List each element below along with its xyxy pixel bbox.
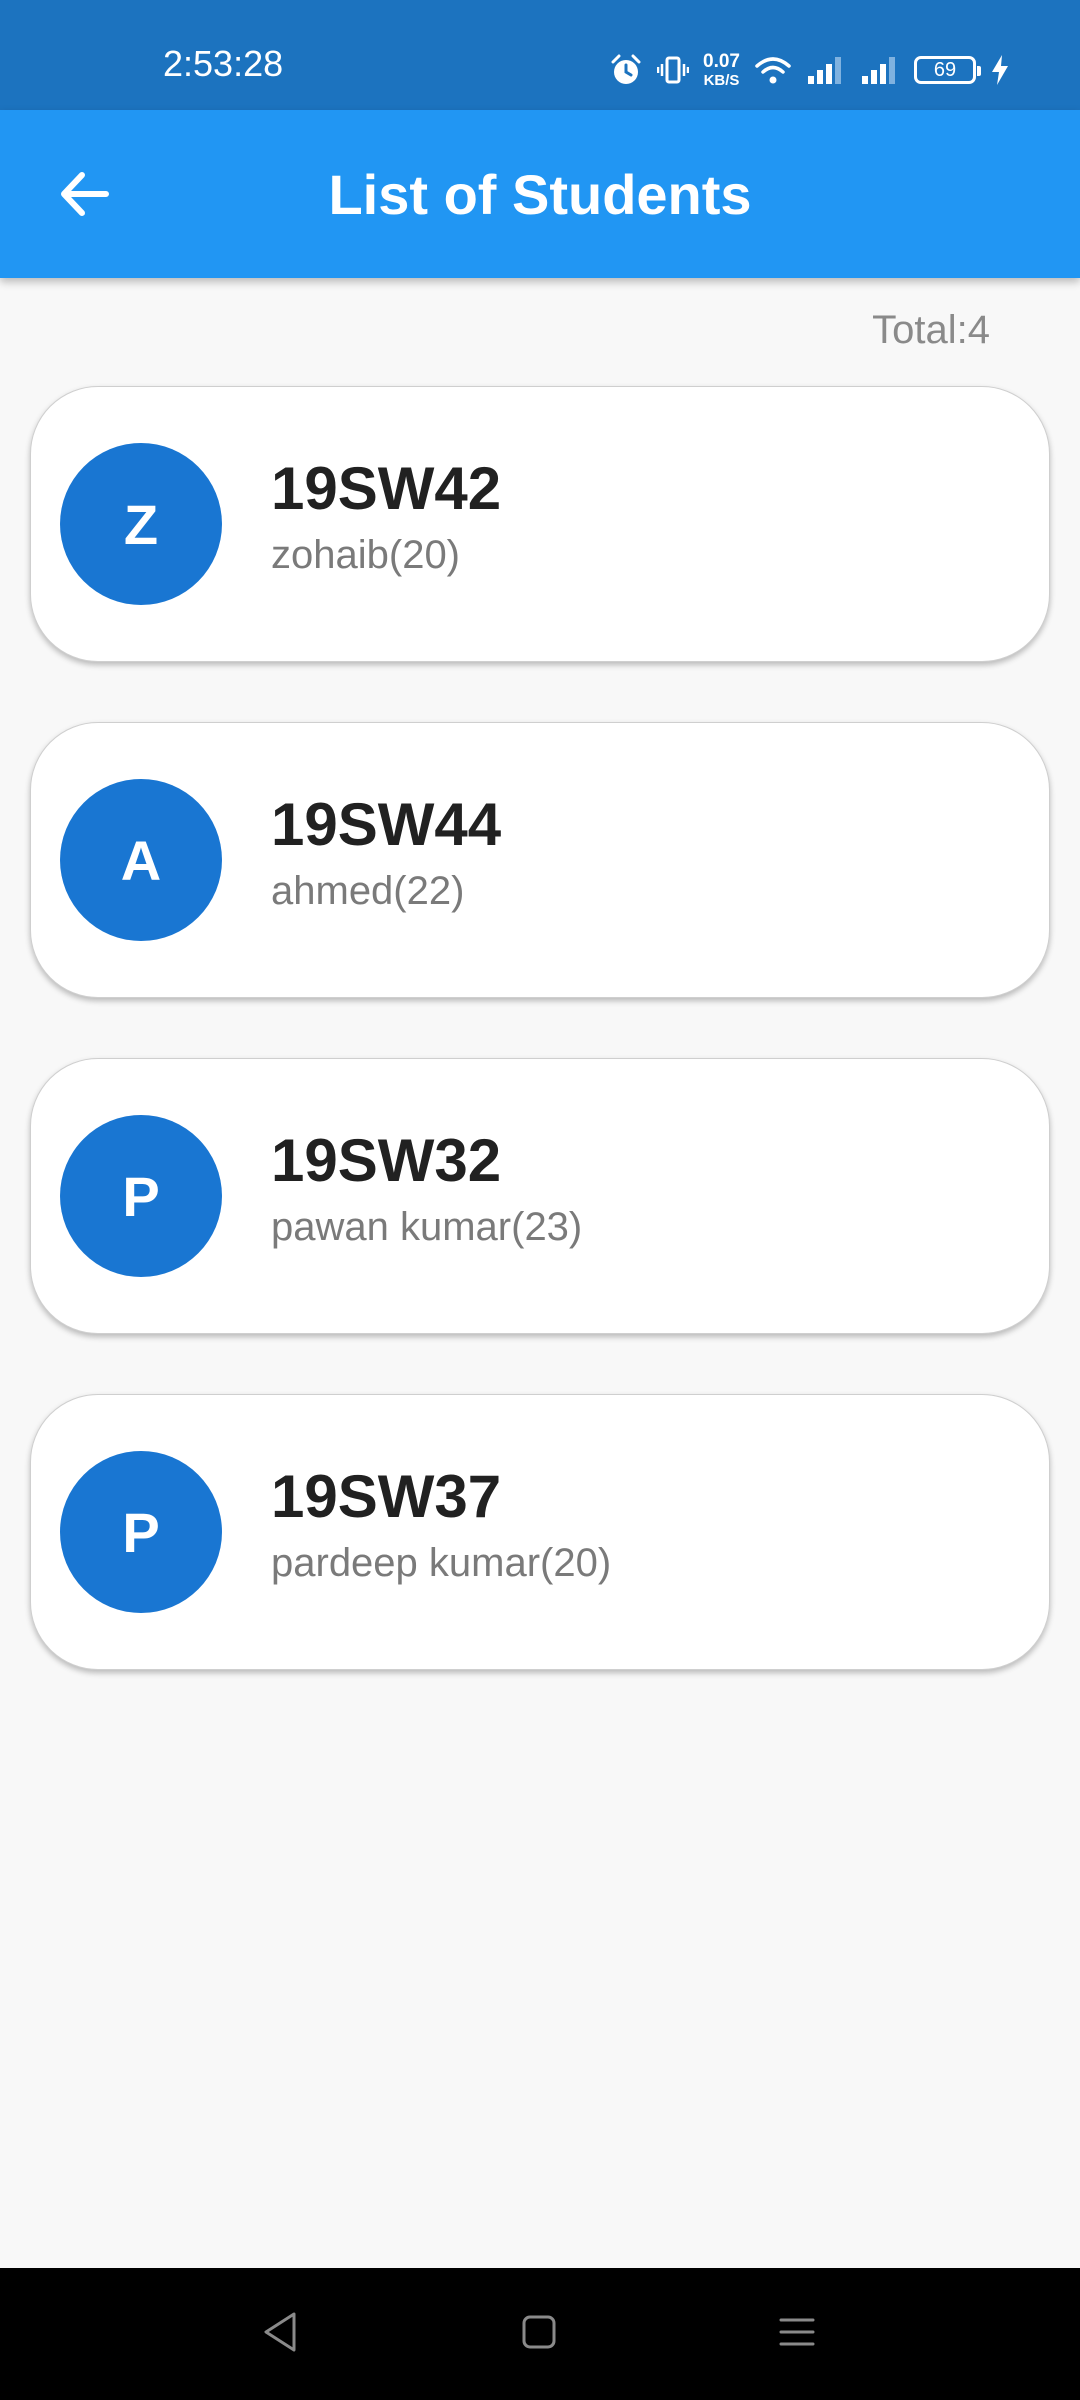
student-name: ahmed(22) bbox=[271, 869, 465, 913]
avatar: A bbox=[60, 779, 222, 941]
status-bar: 2:53:28 0.07 KB/S 69 bbox=[0, 0, 1080, 110]
student-card[interactable]: Z 19SW42 zohaib(20) bbox=[30, 386, 1050, 662]
charging-bolt-icon bbox=[990, 54, 1010, 86]
status-time: 2:53:28 bbox=[163, 43, 284, 84]
vibrate-icon bbox=[657, 54, 690, 86]
network-speed-value: 0.07 bbox=[703, 51, 740, 72]
student-name: pawan kumar(23) bbox=[271, 1205, 583, 1249]
network-speed-unit: KB/S bbox=[703, 72, 740, 89]
app-bar: List of Students bbox=[0, 110, 1080, 278]
student-roll-number: 19SW37 bbox=[271, 1463, 502, 1530]
square-home-icon bbox=[519, 2312, 559, 2357]
student-list: Z 19SW42 zohaib(20) A 19SW44 ahmed(22) P… bbox=[30, 386, 1050, 1730]
battery-indicator: 69 bbox=[914, 56, 981, 84]
wifi-icon bbox=[754, 54, 792, 86]
menu-lines-icon bbox=[777, 2312, 817, 2357]
alarm-icon bbox=[609, 53, 643, 87]
status-icons: 0.07 KB/S 69 bbox=[609, 48, 1010, 92]
total-count: Total:4 bbox=[872, 308, 990, 352]
page-title: List of Students bbox=[328, 163, 752, 226]
triangle-back-icon bbox=[260, 2310, 300, 2359]
student-name: pardeep kumar(20) bbox=[271, 1541, 612, 1585]
student-card[interactable]: A 19SW44 ahmed(22) bbox=[30, 722, 1050, 998]
signal-icon bbox=[860, 54, 900, 86]
student-card[interactable]: P 19SW37 pardeep kumar(20) bbox=[30, 1394, 1050, 1670]
avatar: P bbox=[60, 1451, 222, 1613]
nav-home-button[interactable] bbox=[509, 2304, 569, 2364]
student-roll-number: 19SW42 bbox=[271, 455, 502, 522]
student-name: zohaib(20) bbox=[271, 533, 461, 577]
nav-back-button[interactable] bbox=[250, 2304, 310, 2364]
network-speed: 0.07 KB/S bbox=[703, 52, 740, 88]
avatar: P bbox=[60, 1115, 222, 1277]
student-roll-number: 19SW32 bbox=[271, 1127, 502, 1194]
student-card[interactable]: P 19SW32 pawan kumar(23) bbox=[30, 1058, 1050, 1334]
system-nav-bar bbox=[0, 2268, 1080, 2400]
avatar: Z bbox=[60, 443, 222, 605]
student-roll-number: 19SW44 bbox=[271, 791, 502, 858]
nav-menu-button[interactable] bbox=[767, 2304, 827, 2364]
signal-icon bbox=[806, 54, 846, 86]
